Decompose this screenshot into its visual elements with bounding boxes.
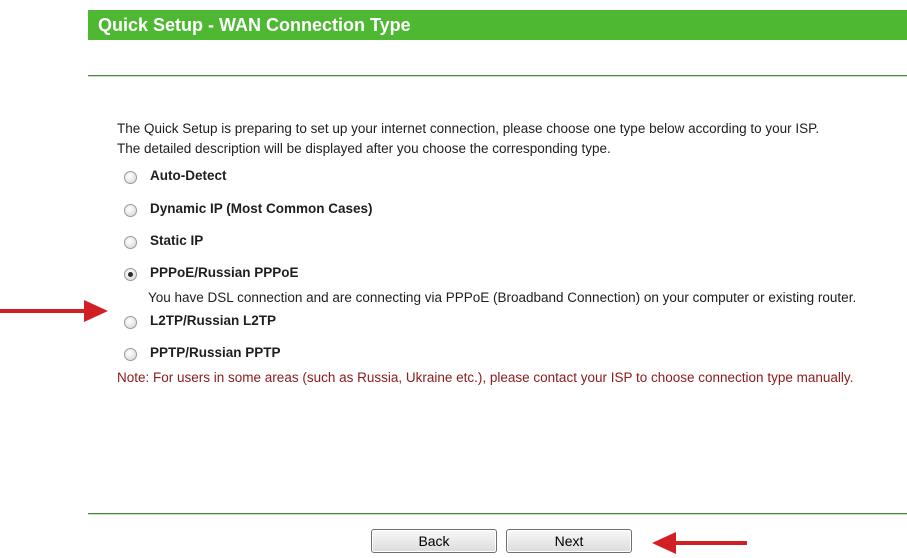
radio-pppoe[interactable] (124, 267, 137, 281)
radio-pptp[interactable] (124, 347, 137, 361)
region-note: Note: For users in some areas (such as R… (117, 370, 854, 385)
option-dynamic-ip[interactable]: Dynamic IP (Most Common Cases) (124, 199, 887, 219)
option-label: PPPoE/Russian PPPoE (150, 265, 299, 280)
arrow-head (84, 300, 108, 322)
arrow-head (652, 532, 676, 554)
intro-text: The Quick Setup is preparing to set up y… (117, 120, 887, 158)
radio-auto-detect[interactable] (124, 170, 137, 184)
back-button[interactable]: Back (371, 529, 497, 553)
intro-line-2: The detailed description will be display… (117, 141, 611, 156)
option-pppoe[interactable]: PPPoE/Russian PPPoE (124, 263, 887, 283)
radio-l2tp[interactable] (124, 315, 137, 329)
intro-line-1: The Quick Setup is preparing to set up y… (117, 121, 820, 136)
option-static-ip[interactable]: Static IP (124, 231, 887, 251)
wan-type-form: The Quick Setup is preparing to set up y… (117, 120, 887, 387)
top-divider (88, 75, 907, 77)
option-label: L2TP/Russian L2TP (150, 313, 277, 328)
option-label: Dynamic IP (Most Common Cases) (150, 201, 373, 216)
option-auto-detect[interactable]: Auto-Detect (124, 166, 887, 186)
bottom-divider (88, 513, 907, 515)
radio-dynamic-ip[interactable] (124, 203, 137, 217)
quick-setup-page: Quick Setup - WAN Connection Type The Qu… (0, 0, 907, 558)
option-pptp[interactable]: PPTP/Russian PPTP (124, 343, 887, 363)
pppoe-description: You have DSL connection and are connecti… (148, 290, 857, 305)
arrow-shaft (0, 309, 86, 313)
radio-static-ip[interactable] (124, 235, 137, 249)
page-title: Quick Setup - WAN Connection Type (88, 10, 907, 40)
option-label: Static IP (150, 233, 204, 248)
option-label: PPTP/Russian PPTP (150, 345, 281, 360)
option-label: Auto-Detect (150, 168, 227, 183)
next-button[interactable]: Next (506, 529, 632, 553)
option-l2tp[interactable]: L2TP/Russian L2TP (124, 311, 887, 331)
arrow-shaft (674, 541, 747, 545)
